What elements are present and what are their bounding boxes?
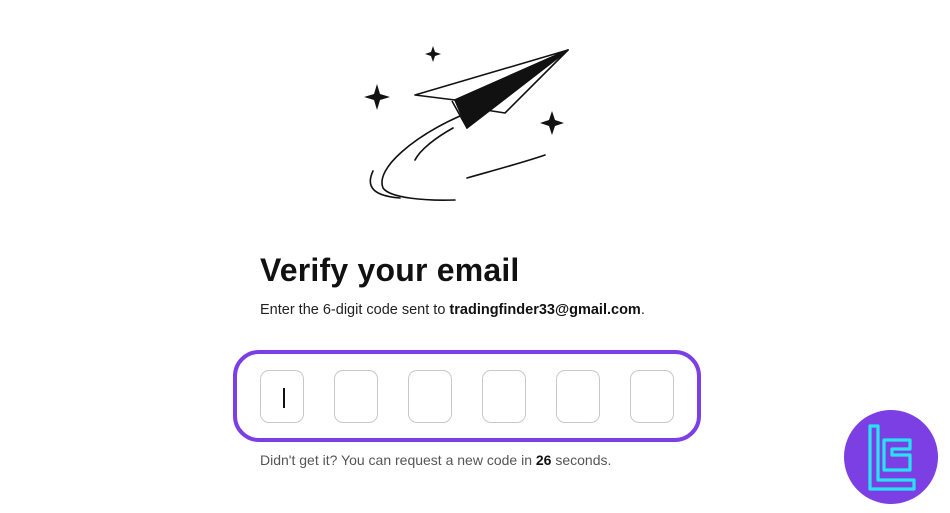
- code-digit-input-6[interactable]: [630, 370, 674, 423]
- countdown-seconds: 26: [535, 452, 552, 468]
- tradingfinder-logo-icon: [868, 424, 916, 491]
- resend-prefix: Didn't get it? You can request a new cod…: [260, 452, 536, 468]
- paper-plane-icon: [414, 49, 569, 129]
- sparkle-icon: [540, 111, 564, 135]
- code-digit-input-4[interactable]: [482, 370, 526, 423]
- instruction-prefix: Enter the 6-digit code sent to: [260, 302, 450, 318]
- email-address: tradingfinder33@gmail.com: [449, 302, 641, 318]
- resend-countdown-text: Didn't get it? You can request a new cod…: [260, 452, 611, 468]
- brand-badge: [844, 410, 938, 504]
- code-digit-input-5[interactable]: [556, 370, 600, 423]
- resend-suffix: seconds.: [551, 452, 612, 468]
- code-digit-input-3[interactable]: [408, 370, 452, 423]
- paper-plane-illustration: [364, 46, 569, 201]
- sparkle-icon: [425, 46, 441, 62]
- code-digit-input-2[interactable]: [334, 370, 378, 423]
- code-digit-input-1[interactable]: [260, 370, 304, 423]
- verify-email-page: Verify your email Enter the 6-digit code…: [0, 0, 950, 513]
- instruction-suffix: .: [640, 302, 645, 318]
- motion-lines: [369, 115, 546, 201]
- instruction-text: Enter the 6-digit code sent to tradingfi…: [260, 302, 645, 318]
- page-title: Verify your email: [260, 252, 520, 288]
- sparkle-icon: [364, 84, 390, 110]
